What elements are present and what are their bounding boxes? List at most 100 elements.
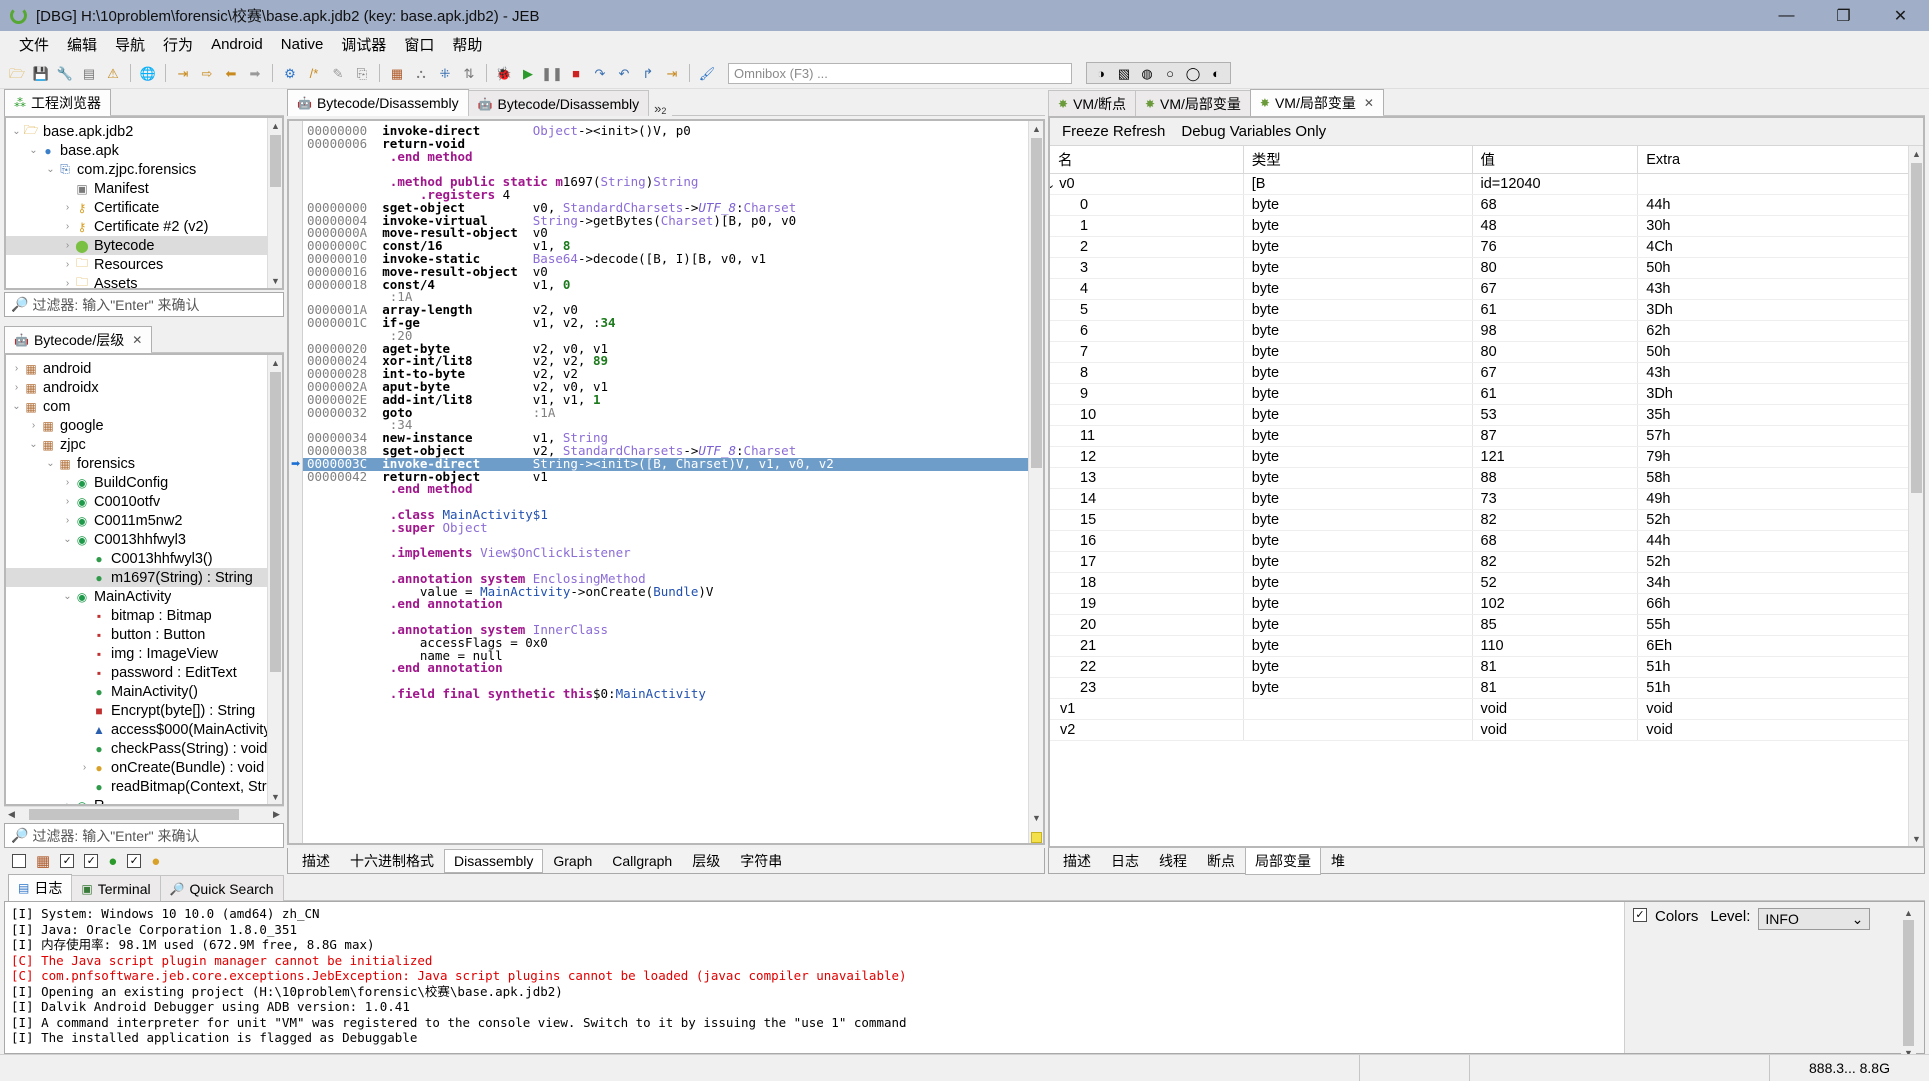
- hierarchy-tree-item[interactable]: ● readBitmap(Context, Strin: [6, 777, 282, 796]
- table-row[interactable]: 0 byte 68 44h: [1050, 194, 1923, 216]
- locals-scrollbar[interactable]: ▲ ▼: [1908, 146, 1923, 846]
- hierarchy-tree-item[interactable]: ⌄ ▦ zjpc: [6, 435, 282, 454]
- tab-vm-locals-2[interactable]: ✸ VM/局部变量 ✕: [1249, 89, 1384, 116]
- project-tree-item[interactable]: › ⚷ Certificate: [6, 198, 282, 217]
- freeze-refresh-button[interactable]: Freeze Refresh: [1062, 123, 1165, 140]
- menu-item-navigate[interactable]: 导航: [106, 31, 154, 58]
- pause-icon[interactable]: ❚❚: [541, 62, 563, 84]
- twisty-icon[interactable]: ⌄: [10, 126, 23, 137]
- twisty-icon[interactable]: ›: [61, 800, 74, 804]
- check-icon[interactable]: ✓: [60, 854, 75, 868]
- code-line[interactable]: .end annotation: [303, 662, 1043, 675]
- log-scrollbar[interactable]: ▲ ▼: [1901, 908, 1916, 1058]
- column-type[interactable]: 类型: [1243, 146, 1473, 174]
- project-tree-item[interactable]: › ⬤ Bytecode: [6, 236, 282, 255]
- table-row[interactable]: 2 byte 76 4Ch: [1050, 236, 1923, 258]
- table-row[interactable]: 5 byte 61 3Dh: [1050, 299, 1923, 321]
- dot-icon[interactable]: ●: [108, 853, 117, 870]
- hierarchy-tree[interactable]: › ▦ android › ▦ androidx ⌄ ▦ com › ▦ google ⌄ ▦ zjpc ⌄ ▦…: [6, 355, 282, 804]
- circle-outline-icon[interactable]: ◯: [1182, 62, 1204, 84]
- tab-disassembly[interactable]: Disassembly: [444, 848, 544, 873]
- filter-icon[interactable]: ▧: [1113, 62, 1135, 84]
- scroll-right-icon[interactable]: ▶: [269, 807, 284, 822]
- twisty-icon[interactable]: ⌄: [61, 534, 74, 545]
- table-row[interactable]: 17 byte 82 52h: [1050, 551, 1923, 573]
- checkbox-icon[interactable]: [12, 854, 26, 868]
- check-box-icon[interactable]: ✓: [127, 854, 142, 868]
- table-row[interactable]: 8 byte 67 43h: [1050, 362, 1923, 384]
- hierarchy-tree-item[interactable]: ▪ button : Button: [6, 625, 282, 644]
- twisty-icon[interactable]: ›: [61, 202, 74, 213]
- menu-item-native[interactable]: Native: [272, 33, 333, 56]
- hierarchy-tree-item[interactable]: ● MainActivity(): [6, 682, 282, 701]
- step-into-icon[interactable]: ↶: [613, 62, 635, 84]
- table-row[interactable]: 4 byte 67 43h: [1050, 278, 1923, 300]
- tab-bytecode-disassembly-2[interactable]: 🤖 Bytecode/Disassembly: [467, 90, 650, 116]
- tab-debug-locals[interactable]: 局部变量: [1245, 846, 1321, 875]
- tab-hex[interactable]: 十六进制格式: [340, 847, 444, 875]
- code-line[interactable]: 0000001C if-ge v1, v2, :34: [303, 316, 1043, 330]
- log-level-select[interactable]: INFO ⌄: [1758, 908, 1871, 930]
- code-line[interactable]: .implements View$OnClickListener: [303, 546, 1043, 560]
- tab-description[interactable]: 描述: [292, 847, 340, 875]
- tab-callgraph[interactable]: Callgraph: [602, 849, 682, 873]
- table-row[interactable]: 14 byte 73 49h: [1050, 488, 1923, 510]
- close-icon[interactable]: ✕: [132, 333, 142, 347]
- code-line[interactable]: .field final synthetic this$0:MainActivi…: [303, 687, 1043, 701]
- table-row[interactable]: 21 byte 110 6Eh: [1050, 635, 1923, 657]
- twisty-icon[interactable]: ›: [61, 278, 74, 288]
- sort-icon[interactable]: ⇅: [458, 62, 480, 84]
- stop-icon[interactable]: ■: [565, 62, 587, 84]
- table-row[interactable]: v1 void void: [1050, 698, 1923, 720]
- hierarchy-tree-scrollbar[interactable]: ▲ ▼: [267, 355, 282, 804]
- open-folder-icon[interactable]: 🗁: [6, 62, 28, 84]
- tab-overflow-button[interactable]: » 2: [648, 101, 672, 116]
- menu-item-action[interactable]: 行为: [154, 31, 202, 58]
- tab-vm-locals-1[interactable]: ✸ VM/局部变量: [1134, 90, 1251, 116]
- tab-debug-breakpoints[interactable]: 断点: [1197, 847, 1245, 875]
- twisty-icon[interactable]: ⌄: [27, 439, 40, 450]
- twisty-icon[interactable]: ›: [27, 420, 40, 431]
- table-row[interactable]: 23 byte 81 51h: [1050, 677, 1923, 699]
- table-row[interactable]: 12 byte 121 79h: [1050, 446, 1923, 468]
- check-alt-icon[interactable]: ✓: [84, 854, 99, 868]
- tab-debug-description[interactable]: 描述: [1053, 847, 1101, 875]
- hierarchy-tree-item[interactable]: ⌄ ▦ com: [6, 397, 282, 416]
- hierarchy-tree-item[interactable]: ▪ img : ImageView: [6, 644, 282, 663]
- disassembly-scrollbar[interactable]: ▲ ▼: [1028, 121, 1043, 843]
- gears-icon[interactable]: ⚙: [279, 62, 301, 84]
- code-line[interactable]: .end method: [303, 150, 1043, 164]
- wrench-icon[interactable]: 🔧: [54, 62, 76, 84]
- colors-checkbox[interactable]: ✓: [1633, 908, 1647, 922]
- table-row[interactable]: 16 byte 68 44h: [1050, 530, 1923, 552]
- disassembly-code-view[interactable]: 00000000 invoke-direct Object-><init>()V…: [303, 121, 1043, 843]
- hierarchy-tree-item[interactable]: ● m1697(String) : String: [6, 568, 282, 587]
- brush-icon[interactable]: 🖌: [696, 62, 718, 84]
- twisty-icon[interactable]: ›: [61, 259, 74, 270]
- table-row[interactable]: 18 byte 52 34h: [1050, 572, 1923, 594]
- hierarchy-tree-item[interactable]: › ● onCreate(Bundle) : void: [6, 758, 282, 777]
- code-line[interactable]: .end annotation: [303, 598, 1043, 611]
- project-tree-item[interactable]: ⌄ ⎘ com.zjpc.forensics: [6, 160, 282, 179]
- table-row[interactable]: 7 byte 80 50h: [1050, 341, 1923, 363]
- tab-quick-search[interactable]: 🔎 Quick Search: [159, 875, 284, 901]
- menu-item-edit[interactable]: 编辑: [58, 31, 106, 58]
- close-button[interactable]: ✕: [1872, 0, 1929, 31]
- twisty-icon[interactable]: ⌄: [10, 401, 23, 412]
- twisty-icon[interactable]: ›: [78, 762, 91, 773]
- tab-debug-heap[interactable]: 堆: [1321, 847, 1355, 875]
- code-line[interactable]: .end method: [303, 482, 1043, 496]
- project-tree-item[interactable]: › 🗀 Resources: [6, 255, 282, 274]
- magnifier-icon[interactable]: ◍: [1136, 62, 1158, 84]
- hierarchy-tree-item[interactable]: ▪ bitmap : Bitmap: [6, 606, 282, 625]
- grid-icon[interactable]: ▦: [386, 62, 408, 84]
- hierarchy-tree-item[interactable]: ● C0013hhfwyl3(): [6, 549, 282, 568]
- hierarchy-tree-item[interactable]: › ◉ C0011m5nw2: [6, 511, 282, 530]
- column-value[interactable]: 值: [1472, 146, 1639, 174]
- table-row[interactable]: 10 byte 53 35h: [1050, 404, 1923, 426]
- tab-strings[interactable]: 字符串: [730, 847, 792, 875]
- table-row[interactable]: 9 byte 61 3Dh: [1050, 383, 1923, 405]
- hierarchy-tree-item[interactable]: ▲ access$000(MainActivity): [6, 720, 282, 739]
- project-filter-input[interactable]: 🔎 过滤器: 输入"Enter" 来确认: [4, 292, 284, 317]
- grid-icon[interactable]: ▦: [36, 852, 50, 870]
